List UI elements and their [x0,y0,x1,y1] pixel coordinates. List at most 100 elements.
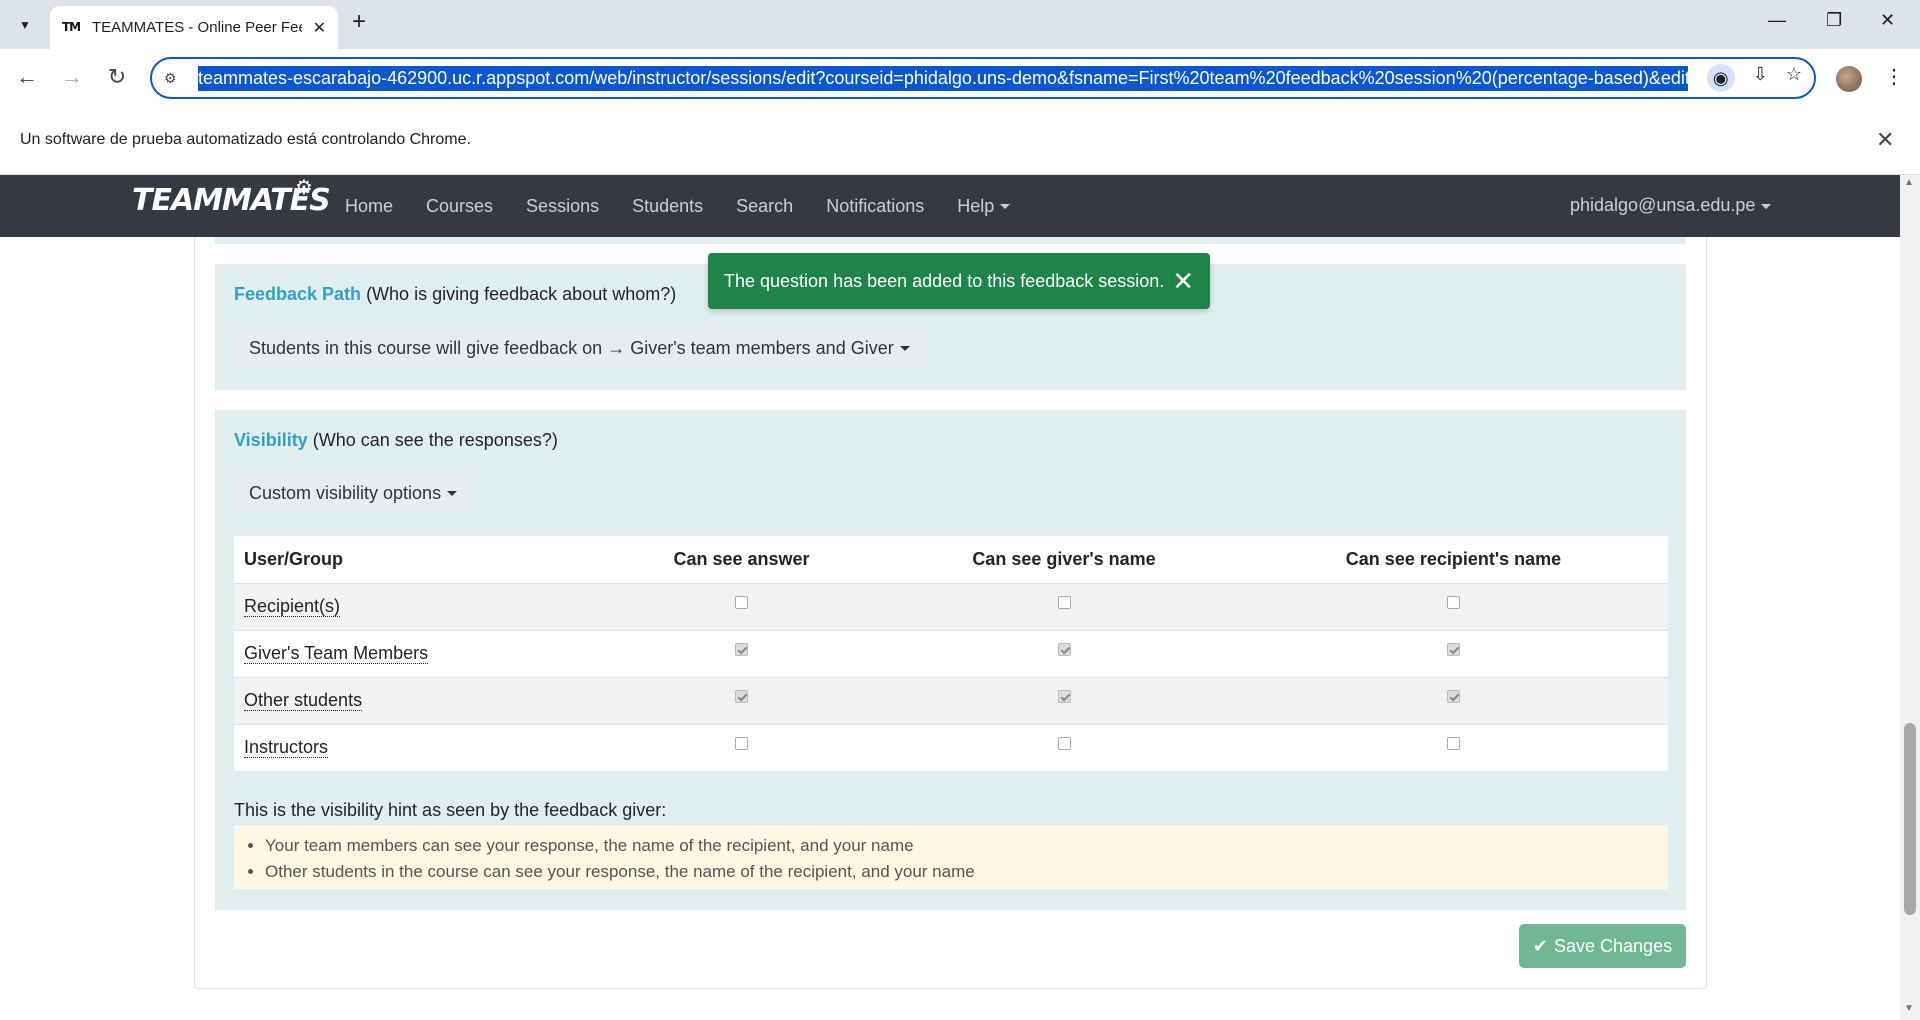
bookmark-star-icon[interactable]: ☆ [1786,64,1802,92]
visibility-cell-recipient [1239,723,1668,771]
caret-down-icon [447,490,458,496]
minimize-icon[interactable]: — [1768,10,1786,31]
tab-list-chevron-icon[interactable]: ▼ [10,10,40,40]
can-see-giver-checkbox[interactable] [1057,642,1071,656]
page-scrollbar[interactable]: ▲ ▼ [1900,175,1920,1020]
visibility-cell-recipient [1239,582,1668,630]
nav-notifications[interactable]: Notifications [826,196,924,217]
can-see-recipient-checkbox[interactable] [1447,689,1460,703]
install-app-icon[interactable]: ⇩ [1753,64,1768,92]
can-see-recipient-checkbox[interactable] [1447,736,1460,750]
can-see-answer-checkbox[interactable] [735,689,748,703]
feedback-path-subtitle: (Who is giving feedback about whom?) [366,284,677,304]
save-changes-button[interactable]: ✔ Save Changes [1519,924,1686,968]
can-see-answer-checkbox[interactable] [735,736,748,750]
back-arrow-icon[interactable]: ← [12,64,42,90]
user-menu[interactable]: phidalgo@unsa.edu.pe [1570,195,1772,216]
visibility-group-label: Giver's Team Members [244,643,429,664]
visibility-group-label: Other students [244,690,363,711]
user-email: phidalgo@unsa.edu.pe [1570,195,1756,215]
visibility-cell-answer [594,582,889,630]
visibility-cell-recipient [1239,629,1668,677]
scroll-up-arrow-icon[interactable]: ▲ [1904,177,1914,188]
browser-toolbar: ← → ↻ ⚙ teammates-escarabajo-462900.uc.r… [0,49,1920,109]
visibility-hint-item: Other students in the course can see you… [265,859,1668,885]
visibility-row-group-cell: Recipient(s) [234,582,594,630]
visibility-cell-giver [889,629,1239,677]
check-icon: ✔ [1532,935,1548,956]
visibility-hint-item: Your team members can see your response,… [265,833,1668,859]
scroll-thumb[interactable] [1904,723,1916,915]
can-see-giver-checkbox[interactable] [1057,689,1071,703]
visibility-row: Recipient(s) [234,582,1668,630]
caret-down-icon [1000,204,1011,210]
caret-down-icon [899,345,910,351]
can-see-giver-checkbox[interactable] [1057,595,1071,609]
chrome-menu-icon[interactable]: ⋮ [1884,64,1904,89]
restore-icon[interactable]: ❐ [1826,10,1842,31]
site-info-icon[interactable]: ⚙ [164,70,188,87]
visibility-heading: Visibility (Who can see the responses?) [234,430,558,451]
nav-help-label: Help [957,195,995,216]
visibility-hint-box: Your team members can see your response,… [234,825,1668,889]
visibility-cell-answer [594,723,889,771]
browser-tab[interactable]: TM TEAMMATES - Online Peer Feedback ✕ [50,6,338,49]
header-user-group: User/Group [234,536,594,584]
caret-down-icon [1761,203,1772,209]
toast-close-icon[interactable]: ✕ [1172,268,1194,294]
visibility-row-group-cell: Giver's Team Members [234,629,594,677]
infobar-close-icon[interactable]: ✕ [1876,127,1894,153]
visibility-cell-answer [594,629,889,677]
url-text[interactable]: teammates-escarabajo-462900.uc.r.appspot… [198,65,1688,91]
profile-avatar[interactable] [1836,66,1862,92]
previous-panel-edge [215,237,1686,244]
tab-close-icon[interactable]: ✕ [313,18,326,38]
teammates-favicon-icon: TM [62,19,81,34]
nav-sessions[interactable]: Sessions [526,196,599,217]
save-changes-label: Save Changes [1554,935,1673,956]
visibility-cell-answer [594,676,889,724]
address-bar[interactable]: ⚙ teammates-escarabajo-462900.uc.r.appsp… [150,57,1816,99]
success-toast: The question has been added to this feed… [708,253,1210,309]
visibility-row-group-cell: Instructors [234,723,594,771]
visibility-table: User/Group Can see answer Can see giver'… [234,536,1668,771]
visibility-row-group-cell: Other students [234,676,594,724]
visibility-row: Giver's Team Members [234,629,1668,677]
can-see-recipient-checkbox[interactable] [1447,642,1460,656]
app-navbar: TEAMMATES ⚙ Home Courses Sessions Studen… [0,175,1900,237]
new-tab-plus-icon[interactable]: + [352,8,366,36]
visibility-options-dropdown[interactable]: Custom visibility options [234,473,473,513]
can-see-answer-checkbox[interactable] [735,642,748,656]
visibility-row: Instructors [234,723,1668,771]
feedback-path-dropdown[interactable]: Students in this course will give feedba… [234,328,925,368]
tab-title: TEAMMATES - Online Peer Feedback [92,19,302,36]
question-edit-card: Feedback Path (Who is giving feedback ab… [194,237,1707,989]
header-can-see-answer: Can see answer [594,536,889,584]
lens-search-icon[interactable]: ◉ [1706,64,1735,92]
gear-icon: ⚙ [295,175,313,199]
visibility-cell-giver [889,676,1239,724]
can-see-recipient-checkbox[interactable] [1447,595,1460,609]
feedback-path-selection: Students in this course will give feedba… [249,337,894,358]
forward-arrow-icon[interactable]: → [57,64,87,90]
feedback-path-heading: Feedback Path (Who is giving feedback ab… [234,284,676,305]
can-see-answer-checkbox[interactable] [735,595,748,609]
visibility-cell-giver [889,582,1239,630]
visibility-row: Other students [234,676,1668,724]
can-see-giver-checkbox[interactable] [1057,736,1071,750]
teammates-logo[interactable]: TEAMMATES ⚙ [132,175,331,218]
scroll-down-arrow-icon[interactable]: ▼ [1904,1003,1914,1014]
header-can-see-recipient-name: Can see recipient's name [1239,536,1668,584]
visibility-hint-label: This is the visibility hint as seen by t… [234,800,667,820]
nav-courses[interactable]: Courses [426,196,493,217]
nav-help[interactable]: Help [957,195,1011,217]
window-close-icon[interactable]: ✕ [1880,10,1895,31]
nav-home[interactable]: Home [345,196,393,217]
visibility-panel: Visibility (Who can see the responses?) … [215,410,1686,910]
automation-infobar: Un software de prueba automatizado está … [0,109,1920,175]
feedback-path-title: Feedback Path [234,284,362,304]
visibility-group-label: Instructors [244,737,329,759]
reload-icon[interactable]: ↻ [102,64,132,90]
nav-search[interactable]: Search [736,196,793,217]
nav-students[interactable]: Students [632,196,703,217]
